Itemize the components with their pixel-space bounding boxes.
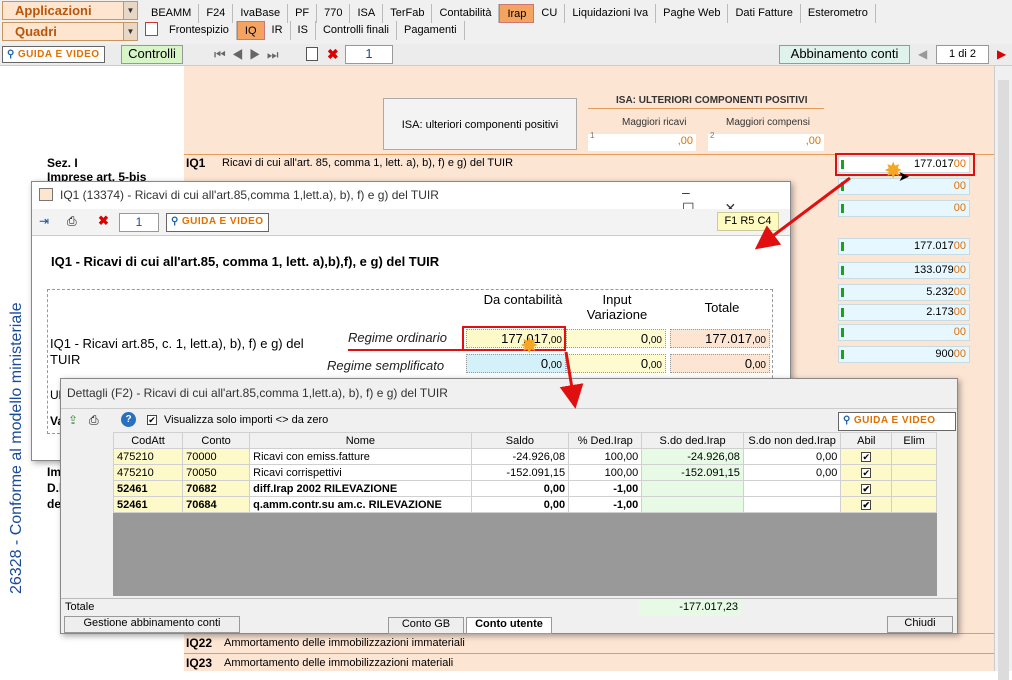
cursor-icon: ➤ (898, 168, 910, 184)
annotation-arrows (559, 176, 851, 409)
click-sparkle-icon: ✸ (520, 333, 539, 358)
